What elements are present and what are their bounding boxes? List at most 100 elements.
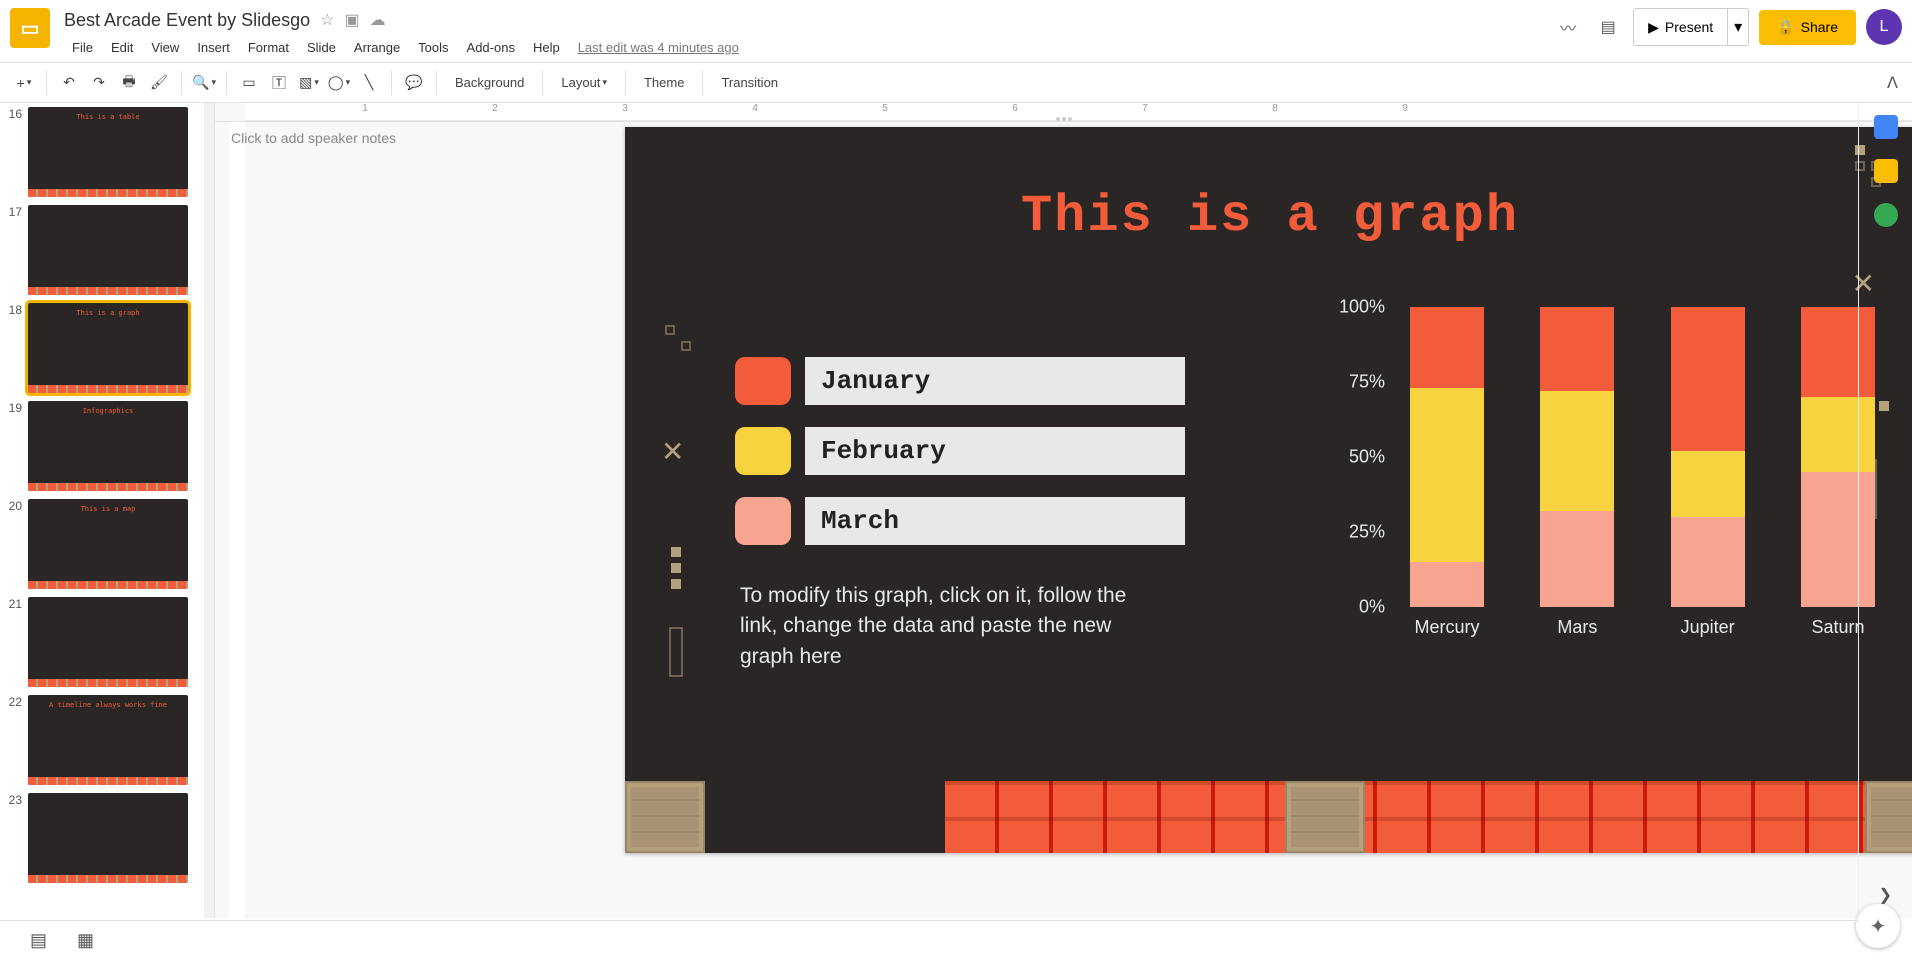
move-icon[interactable]: ▣ [345, 10, 360, 30]
comments-icon[interactable]: ▤ [1593, 12, 1623, 42]
comment-tool[interactable]: 💬 [400, 69, 428, 97]
ruler-tick: 9 [1402, 103, 1408, 114]
explore-button[interactable]: ✦ [1856, 904, 1900, 948]
print-button[interactable]: 🖶 [115, 69, 143, 97]
slide-canvas[interactable]: This is a graph ✕ ✕ JanuaryFe [625, 127, 1912, 853]
thumb-number: 21 [4, 597, 28, 687]
expand-panel-icon[interactable]: ❯ [1879, 885, 1892, 905]
thumb-row[interactable]: 16This is a table [4, 107, 196, 197]
filmstrip-view-icon[interactable]: ▤ [30, 930, 47, 951]
thumb-row[interactable]: 18This is a graph [4, 303, 196, 393]
select-tool[interactable]: ▭ [235, 69, 263, 97]
zoom-button[interactable]: 🔍▾ [190, 69, 218, 97]
thumb-row[interactable]: 19Infographics [4, 401, 196, 491]
thumb-row[interactable]: 21 [4, 597, 196, 687]
filmstrip-scrollbar[interactable] [204, 103, 214, 918]
menu-add-ons[interactable]: Add-ons [459, 36, 523, 59]
ruler-tick: 1 [362, 103, 368, 114]
trend-icon[interactable]: 〰 [1553, 12, 1583, 42]
ruler-tick: 4 [752, 103, 758, 114]
menu-slide[interactable]: Slide [299, 36, 344, 59]
slide-thumbnail[interactable] [28, 205, 188, 295]
menu-bar: FileEditViewInsertFormatSlideArrangeTool… [64, 36, 1553, 59]
slides-logo-icon[interactable]: ▭ [10, 8, 50, 48]
legend-label: January [805, 357, 1185, 405]
image-tool[interactable]: ▧▾ [295, 69, 323, 97]
tasks-icon[interactable] [1874, 203, 1898, 227]
segment-march [1671, 517, 1745, 607]
present-dropdown[interactable]: ▾ [1727, 9, 1748, 45]
ruler-tick: 5 [882, 103, 888, 114]
redo-button[interactable]: ↷ [85, 69, 113, 97]
collapse-toolbar-icon[interactable]: ᐱ [1887, 73, 1898, 93]
menu-tools[interactable]: Tools [410, 36, 456, 59]
slide-note-text[interactable]: To modify this graph, click on it, follo… [740, 581, 1160, 672]
doc-title[interactable]: Best Arcade Event by Slidesgo [64, 10, 310, 31]
legend-swatch-icon [735, 357, 791, 405]
calendar-icon[interactable] [1874, 115, 1898, 139]
speaker-notes[interactable]: Click to add speaker notes [215, 121, 1912, 156]
thumb-row[interactable]: 20This is a map [4, 499, 196, 589]
x-label: Jupiter [1671, 617, 1745, 638]
theme-button[interactable]: Theme [634, 69, 694, 97]
segment-march [1410, 562, 1484, 607]
stacked-bar-chart[interactable]: 100%75%50%25%0% MercuryMarsJupiterSaturn [1315, 307, 1875, 702]
thumb-row[interactable]: 17 [4, 205, 196, 295]
textbox-tool[interactable]: 🅃 [265, 69, 293, 97]
keep-icon[interactable] [1874, 159, 1898, 183]
thumb-number: 20 [4, 499, 28, 589]
thumb-number: 18 [4, 303, 28, 393]
title-area: Best Arcade Event by Slidesgo ☆ ▣ ☁ File… [64, 8, 1553, 59]
slide-thumbnail[interactable] [28, 793, 188, 883]
slide-thumbnail[interactable]: This is a table [28, 107, 188, 197]
pixel-deco [671, 579, 681, 589]
legend-swatch-icon [735, 427, 791, 475]
menu-arrange[interactable]: Arrange [346, 36, 408, 59]
menu-edit[interactable]: Edit [103, 36, 141, 59]
slide-thumbnail[interactable]: Infographics [28, 401, 188, 491]
segment-february [1540, 391, 1614, 511]
undo-button[interactable]: ↶ [55, 69, 83, 97]
menu-format[interactable]: Format [240, 36, 297, 59]
share-button[interactable]: 🔒 Share [1759, 10, 1856, 45]
line-tool[interactable]: ╲ [355, 69, 383, 97]
last-edit-link[interactable]: Last edit was 4 minutes ago [570, 36, 747, 59]
new-slide-button[interactable]: +▾ [10, 69, 38, 97]
legend-swatch-icon [735, 497, 791, 545]
thumb-row[interactable]: 23 [4, 793, 196, 883]
notes-resize-handle[interactable] [1044, 117, 1084, 125]
pixel-x-icon: ✕ [661, 435, 684, 468]
ruler-tick: 8 [1272, 103, 1278, 114]
shape-tool[interactable]: ◯▾ [325, 69, 353, 97]
transition-button[interactable]: Transition [711, 69, 788, 97]
notes-placeholder: Click to add speaker notes [231, 130, 396, 146]
cloud-icon[interactable]: ☁ [370, 10, 386, 30]
menu-view[interactable]: View [143, 36, 187, 59]
grid-view-icon[interactable]: ▦ [77, 930, 94, 951]
background-button[interactable]: Background [445, 69, 534, 97]
slide-title[interactable]: This is a graph [625, 187, 1912, 246]
thumb-row[interactable]: 22A timeline always works fine [4, 695, 196, 785]
slide-thumbnail[interactable] [28, 597, 188, 687]
present-button[interactable]: ▶ Present [1634, 9, 1727, 45]
slide-thumbnail[interactable]: This is a graph [28, 303, 188, 393]
layout-button[interactable]: Layout▾ [551, 69, 617, 97]
thumb-number: 17 [4, 205, 28, 295]
segment-january [1671, 307, 1745, 451]
y-tick: 25% [1349, 522, 1385, 543]
avatar[interactable]: L [1866, 9, 1902, 45]
star-icon[interactable]: ☆ [320, 10, 334, 30]
bar-mars [1540, 307, 1614, 607]
legend-row: March [735, 497, 1185, 545]
app-header: ▭ Best Arcade Event by Slidesgo ☆ ▣ ☁ Fi… [0, 0, 1912, 63]
menu-insert[interactable]: Insert [189, 36, 238, 59]
thumb-number: 16 [4, 107, 28, 197]
menu-file[interactable]: File [64, 36, 101, 59]
brick-block-icon [1285, 781, 1365, 853]
slide-thumbnail[interactable]: A timeline always works fine [28, 695, 188, 785]
menu-help[interactable]: Help [525, 36, 568, 59]
filmstrip[interactable]: 16This is a table1718This is a graph19In… [0, 103, 204, 918]
slide-thumbnail[interactable]: This is a map [28, 499, 188, 589]
x-label: Mercury [1410, 617, 1484, 638]
paint-format-button[interactable]: 🖌 [145, 69, 173, 97]
